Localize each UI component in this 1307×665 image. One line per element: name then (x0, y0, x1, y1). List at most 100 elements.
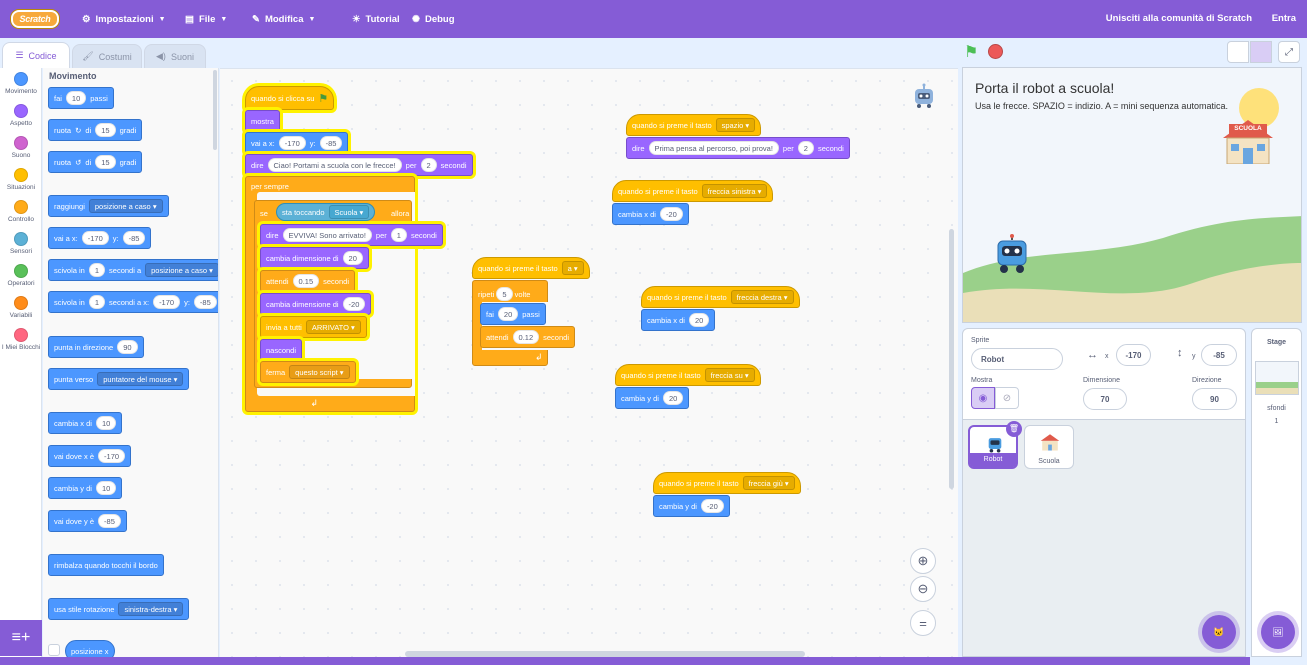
block-number[interactable]: 1 (390, 228, 407, 242)
block-number[interactable]: -170 (81, 231, 109, 245)
change-y-block[interactable]: cambia y di 20 (615, 387, 690, 409)
block-number[interactable]: 15 (95, 123, 116, 137)
block-number[interactable]: 5 (496, 287, 513, 301)
xpos-checkbox[interactable] (48, 644, 60, 656)
touching-target-dropdown[interactable]: Scuola ▾ (328, 205, 370, 219)
key-up-hat-block[interactable]: quando si preme il tasto freccia su ▾ (615, 364, 761, 386)
key-dropdown[interactable]: freccia destra ▾ (730, 290, 794, 304)
stage-selector[interactable]: Stage sfondi 1 🖼 (1251, 328, 1302, 657)
block-number[interactable]: 0.15 (292, 274, 320, 288)
hide-sprite-button[interactable]: ⊘ (995, 387, 1019, 409)
block-number[interactable]: -170 (153, 295, 181, 309)
key-left-hat-block[interactable]: quando si preme il tasto freccia sinistr… (612, 180, 774, 202)
change-y-block[interactable]: cambia y di -20 (653, 495, 730, 517)
block-number[interactable]: 2 (420, 158, 437, 172)
block-number[interactable]: -85 (319, 136, 343, 150)
robot-sprite-icon[interactable] (996, 234, 1028, 274)
green-flag-hat-block[interactable]: quando si clicca su ⚑ (245, 86, 335, 110)
fullscreen-button[interactable]: ⤢ (1278, 41, 1300, 63)
category-sensing[interactable]: Sensori (0, 232, 42, 255)
category-operators[interactable]: Operatori (0, 264, 42, 287)
change-x-block[interactable]: cambia x di 10 (48, 412, 123, 434)
sprite-tile-school[interactable]: Scuola (1024, 425, 1074, 469)
add-sprite-button[interactable]: 🐱 (1202, 615, 1236, 649)
change-size-block[interactable]: cambia dimensione di -20 (260, 293, 372, 315)
palette-scrollbar[interactable] (213, 70, 217, 150)
block-number[interactable]: 0.12 (512, 330, 540, 344)
block-number[interactable]: 10 (95, 481, 117, 495)
category-sound[interactable]: Suono (0, 136, 42, 159)
sprite-name-field[interactable]: Robot (971, 348, 1063, 370)
block-number[interactable]: 10 (95, 416, 117, 430)
block-number[interactable]: 10 (65, 91, 87, 105)
gotoxy-block[interactable]: vai a x: -170 y: -85 (48, 227, 152, 249)
goto-target-dropdown[interactable]: posizione a caso ▾ (88, 199, 163, 213)
block-number[interactable]: -85 (122, 231, 146, 245)
turn-left-block[interactable]: ruota ↺ di 15 gradi (48, 151, 143, 173)
wait-block[interactable]: attendi 0.12 secondi (480, 326, 575, 348)
block-number[interactable]: 15 (95, 155, 116, 169)
set-y-block[interactable]: vai dove y è -85 (48, 510, 127, 532)
hide-block[interactable]: nascondi (260, 339, 303, 361)
category-variables[interactable]: Variabili (0, 296, 42, 319)
block-number[interactable]: 20 (342, 251, 363, 265)
key-space-hat-block[interactable]: quando si preme il tasto spazio ▾ (626, 114, 762, 136)
key-right-hat-block[interactable]: quando si preme il tasto freccia destra … (641, 286, 800, 308)
settings-menu[interactable]: ⚙ Impostazioni ▼ (82, 0, 166, 38)
point-direction-block[interactable]: punta in direzione 90 (48, 336, 144, 358)
add-backdrop-button[interactable]: 🖼 (1261, 615, 1295, 649)
block-number[interactable]: -85 (98, 514, 121, 528)
vertical-scrollbar[interactable] (949, 229, 954, 489)
green-flag-icon[interactable]: ⚑ (964, 42, 978, 62)
block-text-input[interactable]: EVVIVA! Sono arrivato! (282, 228, 372, 242)
x-field[interactable]: -170 (1116, 344, 1151, 366)
file-menu[interactable]: ▤ File ▼ (185, 0, 227, 38)
category-events[interactable]: Situazioni (0, 168, 42, 191)
key-dropdown[interactable]: freccia giù ▾ (742, 476, 795, 490)
say-for-secs-block[interactable]: dire EVVIVA! Sono arrivato! per 1 second… (260, 224, 443, 246)
block-number[interactable]: 2 (797, 141, 814, 155)
zoom-in-button[interactable]: ⊕ (910, 548, 936, 574)
backpack-bar[interactable] (0, 657, 1250, 665)
wait-block[interactable]: attendi 0.15 secondi (260, 270, 355, 292)
stage-canvas[interactable]: Porta il robot a scuola! Usa le frecce. … (962, 67, 1302, 323)
move-block[interactable]: fai 10 passi (48, 87, 114, 109)
tab-costumes[interactable]: 🖌 Costumi (72, 44, 142, 68)
block-text-input[interactable]: Ciao! Portami a scuola con le frecce! (267, 158, 402, 172)
block-number[interactable]: 1 (88, 263, 106, 277)
point-towards-dropdown[interactable]: puntatore del mouse ▾ (97, 372, 184, 386)
change-size-block[interactable]: cambia dimensione di 20 (260, 247, 369, 269)
broadcast-block[interactable]: invia a tutti ARRIVATO ▾ (260, 316, 367, 338)
show-sprite-button[interactable]: ◉ (971, 387, 995, 409)
stop-sign-icon[interactable] (988, 44, 1003, 59)
tutorial-button[interactable]: ☀ Tutorial (352, 0, 400, 38)
scratch-logo[interactable]: Scratch (11, 10, 59, 28)
bounce-block[interactable]: rimbalza quando tocchi il bordo (48, 554, 164, 576)
key-dropdown[interactable]: spazio ▾ (715, 118, 756, 132)
block-number[interactable]: 20 (662, 391, 684, 405)
y-field[interactable]: -85 (1201, 344, 1237, 366)
broadcast-message-dropdown[interactable]: ARRIVATO ▾ (305, 320, 361, 334)
glide-target-dropdown[interactable]: posizione a caso ▾ (145, 263, 218, 277)
small-stage-button[interactable] (1227, 41, 1249, 63)
key-a-hat-block[interactable]: quando si preme il tasto a ▾ (472, 257, 590, 279)
point-towards-block[interactable]: punta verso puntatore del mouse ▾ (48, 368, 190, 390)
change-y-block[interactable]: cambia y di 10 (48, 477, 123, 499)
stop-option-dropdown[interactable]: questo script ▾ (289, 365, 350, 379)
set-x-block[interactable]: vai dove x è -170 (48, 445, 132, 467)
join-link[interactable]: Unisciti alla comunità di Scratch (1106, 13, 1252, 24)
block-number[interactable]: 20 (688, 313, 710, 327)
say-for-secs-block[interactable]: dire Prima pensa al percorso, poi prova!… (626, 137, 850, 159)
change-x-block[interactable]: cambia x di 20 (641, 309, 716, 331)
zoom-reset-button[interactable]: = (910, 610, 936, 636)
normal-stage-button[interactable] (1250, 41, 1272, 63)
size-field[interactable]: 70 (1083, 388, 1127, 410)
gotoxy-block[interactable]: vai a x: -170 y: -85 (245, 132, 349, 154)
rotation-style-dropdown[interactable]: sinistra-destra ▾ (118, 602, 184, 616)
rotation-style-block[interactable]: usa stile rotazione sinistra-destra ▾ (48, 598, 190, 620)
touching-boolean-block[interactable]: sta toccando Scuola ▾ (276, 203, 376, 221)
debug-button[interactable]: ✺ Debug (412, 0, 455, 38)
signin-link[interactable]: Entra (1272, 13, 1296, 24)
block-number[interactable]: 1 (88, 295, 106, 309)
tab-code[interactable]: ☰ Codice (2, 42, 70, 68)
